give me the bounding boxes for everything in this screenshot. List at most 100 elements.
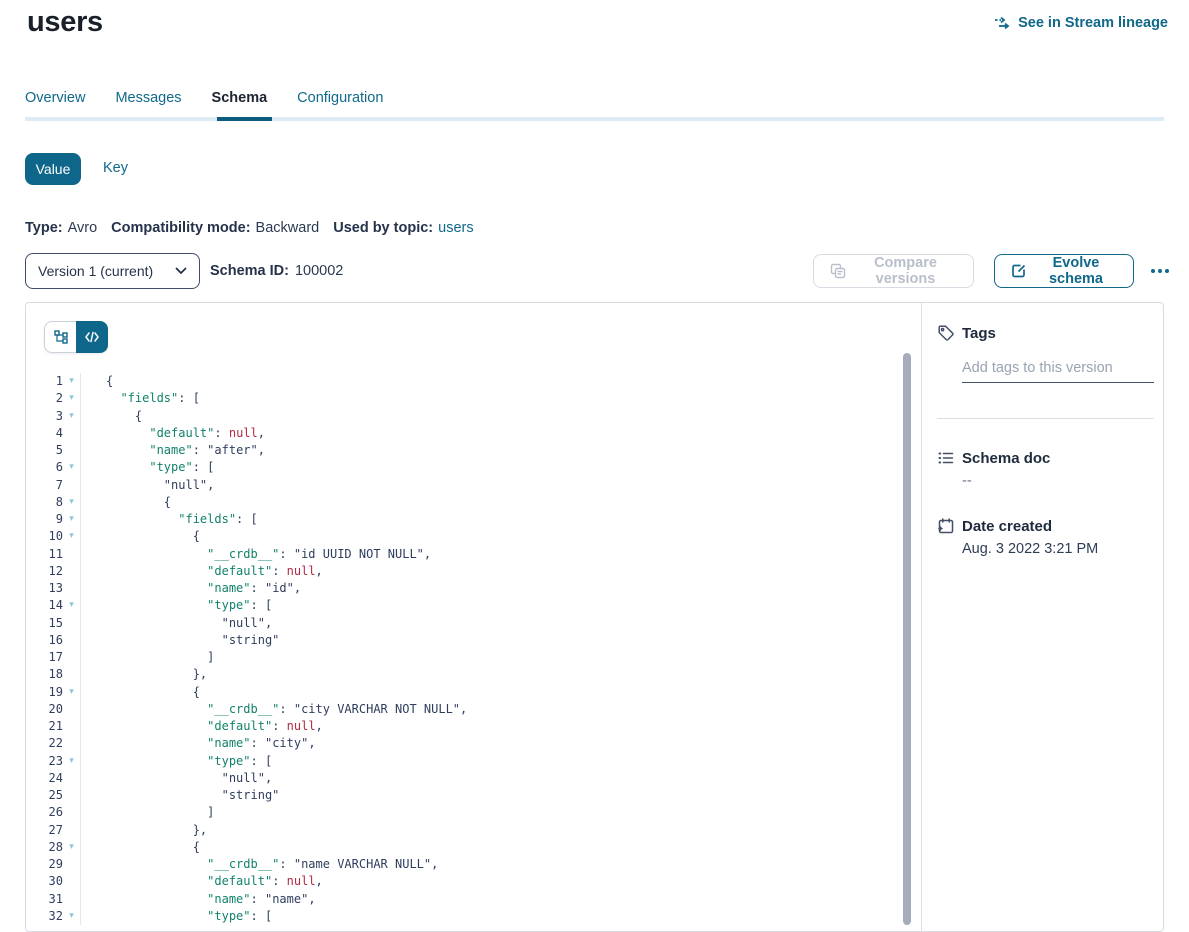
fold-gutter xyxy=(63,735,81,752)
tab-overview[interactable]: Overview xyxy=(25,90,85,106)
tab-schema[interactable]: Schema xyxy=(212,90,268,106)
code-line: 7 "null", xyxy=(26,477,903,494)
code-text: "__crdb__": "city VARCHAR NOT NULL", xyxy=(81,701,467,718)
tab-underline-track xyxy=(25,117,1164,121)
line-number: 2 xyxy=(26,390,63,407)
code-line: 12 "default": null, xyxy=(26,563,903,580)
code-view-toggle-button[interactable] xyxy=(76,321,108,353)
code-text: { xyxy=(81,684,200,701)
compare-versions-label: Compare versions xyxy=(854,255,957,287)
version-select[interactable]: Version 1 (current) xyxy=(25,253,200,289)
line-number: 10 xyxy=(26,528,63,545)
line-number: 28 xyxy=(26,839,63,856)
see-in-stream-lineage-link[interactable]: See in Stream lineage xyxy=(994,15,1168,31)
tab-messages[interactable]: Messages xyxy=(115,90,181,106)
code-text: ] xyxy=(81,649,214,666)
fold-arrow-icon[interactable]: ▾ xyxy=(63,373,81,390)
fold-arrow-icon[interactable]: ▾ xyxy=(63,908,81,925)
chevron-down-icon xyxy=(175,267,187,275)
topic-link[interactable]: users xyxy=(438,220,473,236)
code-text: "null", xyxy=(81,477,214,494)
tags-section-heading: Tags xyxy=(937,324,996,342)
line-number: 32 xyxy=(26,908,63,925)
code-line: 4 "default": null, xyxy=(26,425,903,442)
fold-gutter xyxy=(63,804,81,821)
schema-doc-heading: Schema doc xyxy=(937,449,1050,467)
fold-gutter xyxy=(63,649,81,666)
schema-code-editor[interactable]: 1▾{2▾ "fields": [3▾ {4 "default": null,5… xyxy=(26,373,903,925)
page-title: users xyxy=(27,6,103,39)
code-text: "name": "id", xyxy=(81,580,301,597)
value-segment-button[interactable]: Value xyxy=(25,153,81,185)
line-number: 26 xyxy=(26,804,63,821)
fold-arrow-icon[interactable]: ▾ xyxy=(63,511,81,528)
date-created-title: Date created xyxy=(962,518,1052,535)
code-line: 10▾ { xyxy=(26,528,903,545)
fold-arrow-icon[interactable]: ▾ xyxy=(63,597,81,614)
code-line: 14▾ "type": [ xyxy=(26,597,903,614)
more-actions-button[interactable] xyxy=(1144,254,1176,288)
code-text: "name": "name", xyxy=(81,891,316,908)
edit-schema-icon xyxy=(1011,263,1027,279)
meta-item: Used by topic: users xyxy=(333,220,473,236)
schema-panel: 1▾{2▾ "fields": [3▾ {4 "default": null,5… xyxy=(25,302,1164,932)
line-number: 29 xyxy=(26,856,63,873)
fold-arrow-icon[interactable]: ▾ xyxy=(63,390,81,407)
code-line: 15 "null", xyxy=(26,615,903,632)
version-select-value: Version 1 (current) xyxy=(38,263,153,279)
fold-arrow-icon[interactable]: ▾ xyxy=(63,408,81,425)
line-number: 25 xyxy=(26,787,63,804)
schema-doc-value: -- xyxy=(962,473,972,489)
fold-gutter xyxy=(63,701,81,718)
code-text: "name": "city", xyxy=(81,735,316,752)
line-number: 1 xyxy=(26,373,63,390)
fold-arrow-icon[interactable]: ▾ xyxy=(63,753,81,770)
meta-value: Backward xyxy=(256,220,320,236)
fold-gutter xyxy=(63,563,81,580)
code-text: "__crdb__": "name VARCHAR NULL", xyxy=(81,856,438,873)
code-line: 16 "string" xyxy=(26,632,903,649)
fold-arrow-icon[interactable]: ▾ xyxy=(63,528,81,545)
meta-item: Type:Avro xyxy=(25,220,97,236)
stream-lineage-icon xyxy=(994,15,1011,31)
code-text: "type": [ xyxy=(81,597,272,614)
code-line: 20 "__crdb__": "city VARCHAR NOT NULL", xyxy=(26,701,903,718)
editor-vertical-scrollbar[interactable] xyxy=(903,353,911,925)
fold-arrow-icon[interactable]: ▾ xyxy=(63,684,81,701)
code-text: "type": [ xyxy=(81,753,272,770)
meta-label: Compatibility mode: xyxy=(111,220,250,236)
meta-label: Used by topic: xyxy=(333,220,433,236)
line-number: 4 xyxy=(26,425,63,442)
fold-gutter xyxy=(63,770,81,787)
fold-arrow-icon[interactable]: ▾ xyxy=(63,839,81,856)
line-number: 11 xyxy=(26,546,63,563)
key-segment-button[interactable]: Key xyxy=(103,160,128,176)
code-text: "string" xyxy=(81,632,279,649)
compare-versions-icon xyxy=(830,263,846,279)
fold-arrow-icon[interactable]: ▾ xyxy=(63,459,81,476)
fold-gutter xyxy=(63,666,81,683)
add-tags-input[interactable] xyxy=(962,358,1154,383)
tab-configuration[interactable]: Configuration xyxy=(297,90,383,106)
code-text: "type": [ xyxy=(81,908,272,925)
schema-doc-title: Schema doc xyxy=(962,450,1050,467)
code-line: 11 "__crdb__": "id UUID NOT NULL", xyxy=(26,546,903,563)
code-text: "null", xyxy=(81,770,272,787)
evolve-schema-label: Evolve schema xyxy=(1035,255,1117,287)
code-text: "default": null, xyxy=(81,873,323,890)
line-number: 30 xyxy=(26,873,63,890)
code-line: 26 ] xyxy=(26,804,903,821)
code-text: }, xyxy=(81,666,207,683)
code-line: 19▾ { xyxy=(26,684,903,701)
tree-view-toggle-button[interactable] xyxy=(44,321,76,353)
schema-id: Schema ID: 100002 xyxy=(210,253,343,289)
evolve-schema-button[interactable]: Evolve schema xyxy=(994,254,1134,288)
tags-title: Tags xyxy=(962,325,996,342)
schema-meta-row: Type:Avro Compatibility mode: Backward Used… xyxy=(25,220,474,236)
code-text: "fields": [ xyxy=(81,390,200,407)
fold-gutter xyxy=(63,580,81,597)
code-text: "default": null, xyxy=(81,718,323,735)
compare-versions-button[interactable]: Compare versions xyxy=(813,254,974,288)
code-line: 8▾ { xyxy=(26,494,903,511)
fold-arrow-icon[interactable]: ▾ xyxy=(63,494,81,511)
